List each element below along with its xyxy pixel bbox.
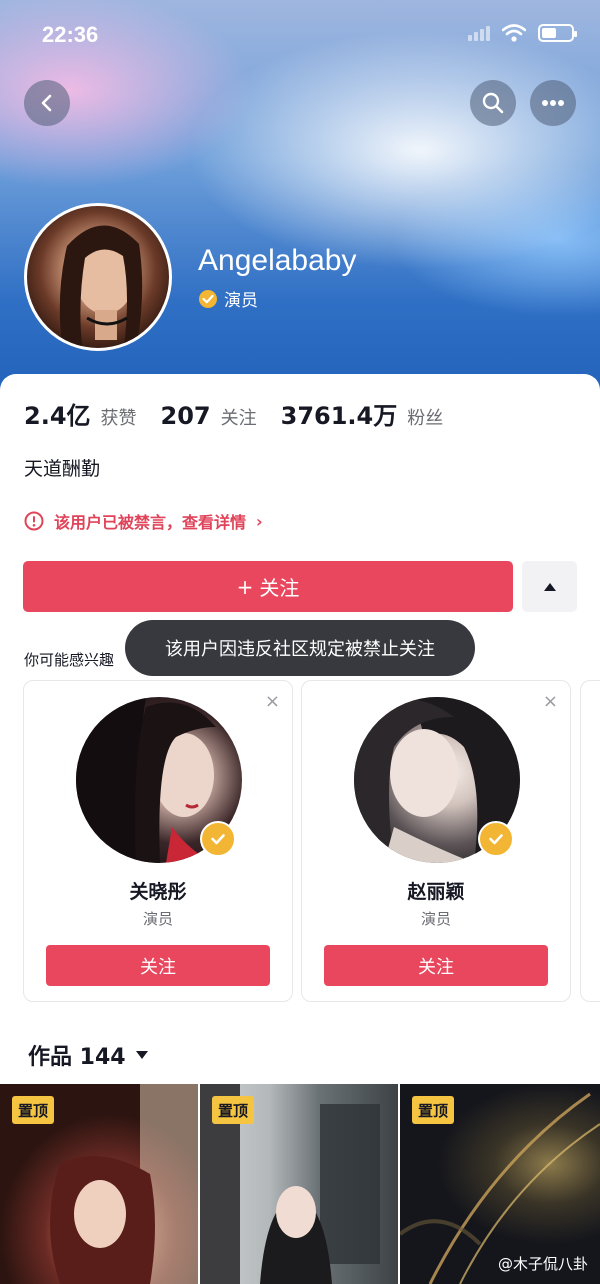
- video-thumbnail[interactable]: 置顶: [0, 1084, 198, 1284]
- search-icon: [482, 92, 504, 114]
- likes-label: 获赞: [100, 408, 137, 429]
- suggestion-role: 演员: [420, 910, 451, 928]
- pinned-badge: 置顶: [12, 1096, 55, 1124]
- battery-icon: [538, 24, 577, 42]
- works-title[interactable]: 作品 144: [28, 1039, 126, 1071]
- followers-label[interactable]: 粉丝: [407, 404, 443, 430]
- status-bar: 22:36: [0, 0, 600, 70]
- verified-icon: [211, 834, 225, 845]
- followers-count[interactable]: 3761.4万: [281, 396, 398, 431]
- suggestion-follow-button[interactable]: 关注: [324, 945, 548, 986]
- signal-icon: [468, 25, 490, 41]
- suggestion-name[interactable]: 关晓彤: [24, 877, 292, 904]
- verification-label: 演员: [224, 291, 258, 311]
- verified-icon: [489, 834, 503, 845]
- following-label[interactable]: 关注: [221, 404, 257, 430]
- toast-text: 该用户因违反社区规定被禁止关注: [165, 639, 435, 660]
- chevron-right-icon: ›: [256, 511, 263, 531]
- pinned-badge: 置顶: [212, 1096, 255, 1124]
- pinned-badge: 置顶: [412, 1096, 455, 1124]
- more-button[interactable]: [530, 80, 576, 126]
- video-thumbnail[interactable]: 置顶: [200, 1084, 398, 1284]
- more-icon: [542, 100, 564, 106]
- status-icons: [468, 24, 577, 42]
- video-thumbnail[interactable]: 置顶 @木子侃八卦: [400, 1084, 600, 1284]
- watermark: @木子侃八卦: [497, 1255, 588, 1273]
- profile-bio: 天道酬勤: [24, 458, 101, 480]
- profile-panel: 2.4亿 获赞 207 关注 3761.4万 粉丝 天道酬勤 该用户已被禁言，查…: [0, 374, 600, 1084]
- suggestion-card[interactable]: × 赵丽颖 演员 关注: [301, 680, 571, 1002]
- suggestion-role: 演员: [142, 910, 173, 928]
- status-time: 22:36: [42, 22, 99, 47]
- verification-row: 演员: [198, 286, 258, 311]
- warning-icon: [24, 511, 44, 531]
- suggestion-card-partial[interactable]: [580, 680, 600, 1002]
- caret-down-icon: [135, 1051, 148, 1059]
- following-count[interactable]: 207: [161, 402, 211, 430]
- toast-message: 该用户因违反社区规定被禁止关注: [125, 620, 475, 676]
- verified-icon: [199, 289, 217, 308]
- suggestions-title: 你可能感兴趣: [24, 651, 115, 669]
- back-arrow-icon: [41, 94, 52, 112]
- suggestion-card[interactable]: × 关晓彤 演员 关注: [23, 680, 293, 1002]
- profile-avatar[interactable]: [24, 203, 172, 351]
- suggestion-follow-button[interactable]: 关注: [46, 945, 270, 986]
- verified-icon: [478, 821, 514, 857]
- expand-icon: [543, 582, 556, 591]
- suggestion-name[interactable]: 赵丽颖: [302, 877, 570, 904]
- verified-icon: [200, 821, 236, 857]
- expand-button[interactable]: [522, 561, 577, 612]
- follow-button[interactable]: + 关注: [23, 561, 513, 612]
- close-icon[interactable]: ×: [543, 691, 558, 712]
- works-tab[interactable]: 作品 144: [28, 1039, 148, 1071]
- close-icon[interactable]: ×: [265, 691, 280, 712]
- search-button[interactable]: [470, 80, 516, 126]
- follow-button-label: 关注: [259, 576, 300, 600]
- back-button[interactable]: [24, 80, 70, 126]
- ban-notice-text[interactable]: 该用户已被禁言，查看详情: [54, 509, 246, 533]
- plus-icon: +: [236, 574, 254, 599]
- likes-count: 2.4亿: [24, 402, 91, 430]
- avatar-portrait: [59, 225, 143, 348]
- profile-name: Angelababy: [198, 244, 357, 277]
- wifi-icon: [502, 24, 526, 42]
- profile-header: 22:36 Angelababy 演员: [0, 0, 600, 420]
- ban-notice[interactable]: 该用户已被禁言，查看详情 ›: [24, 509, 263, 533]
- profile-stats: 2.4亿 获赞 207 关注 3761.4万 粉丝: [24, 396, 457, 431]
